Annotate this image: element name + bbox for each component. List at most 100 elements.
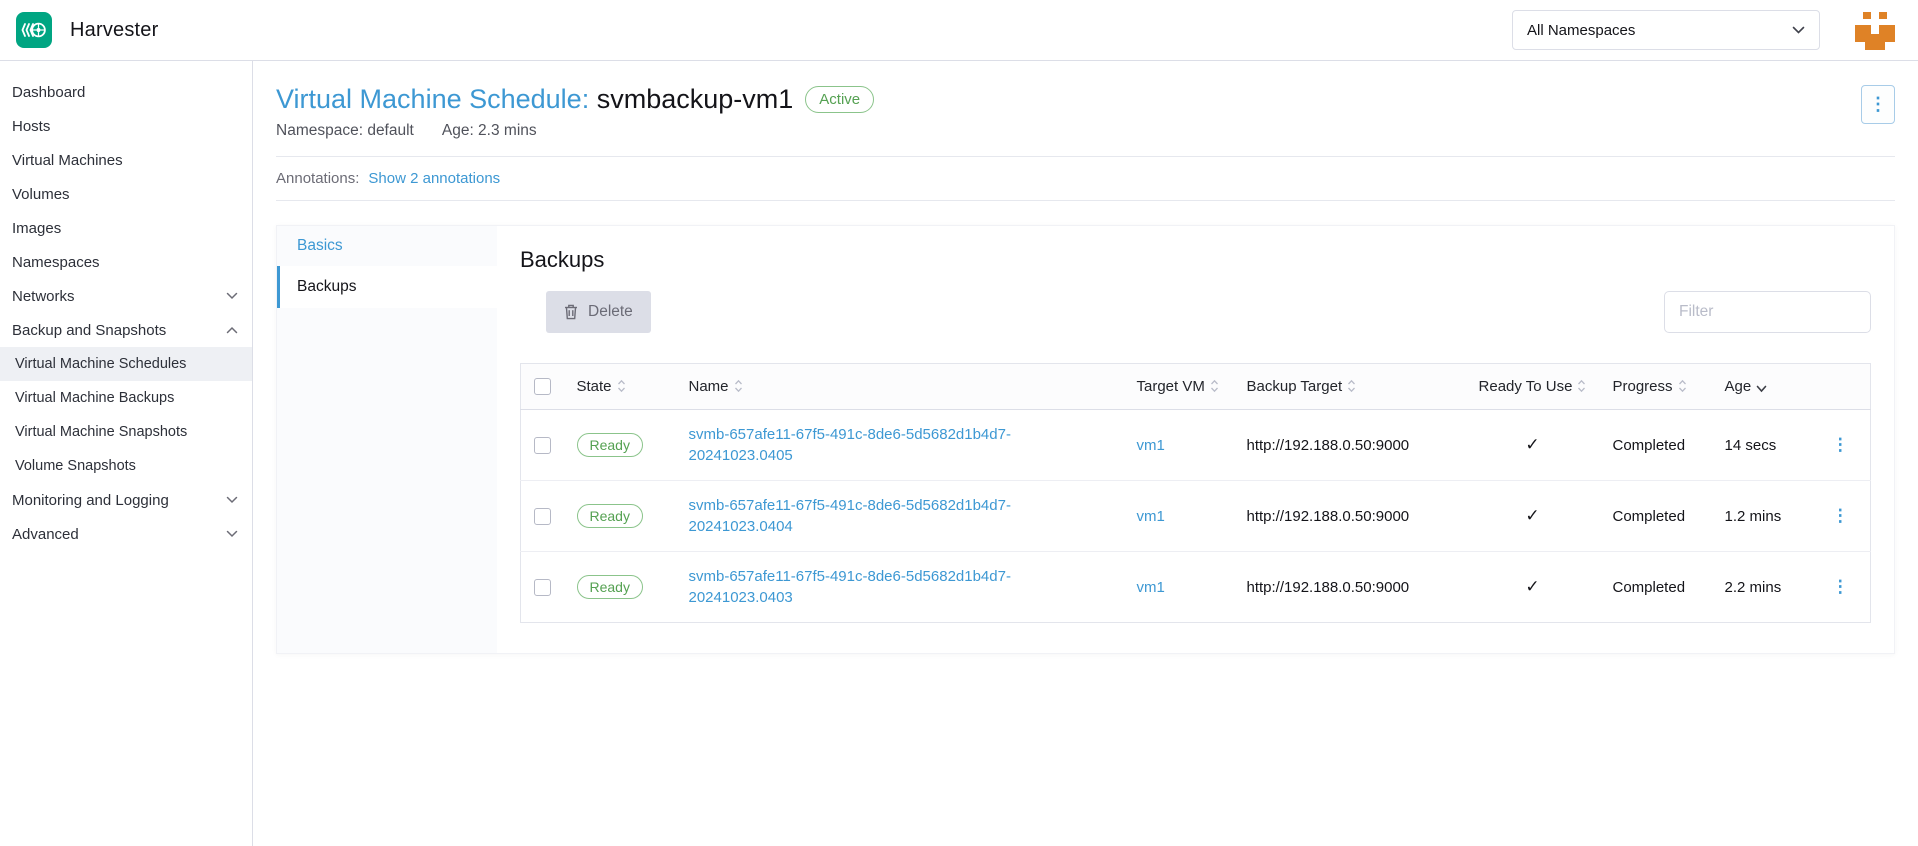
sidebar-item-label: Images (12, 220, 238, 237)
sidebar-item-virtual-machines[interactable]: Virtual Machines (0, 143, 252, 177)
select-all-checkbox[interactable] (534, 378, 551, 395)
tab-backups[interactable]: Backups (277, 266, 497, 308)
show-annotations-link[interactable]: Show 2 annotations (368, 170, 500, 187)
sidebar-item-namespaces[interactable]: Namespaces (0, 245, 252, 279)
status-badge: Active (805, 86, 874, 113)
sidebar-item-virtual-machine-schedules[interactable]: Virtual Machine Schedules (0, 347, 252, 381)
target-vm-link[interactable]: vm1 (1137, 579, 1165, 596)
checkmark-icon: ✓ (1525, 577, 1539, 596)
table-toolbar: Delete (520, 291, 1871, 333)
backup-target-value: http://192.188.0.50:9000 (1247, 508, 1410, 525)
table-row: Ready svmb-657afe11-67f5-491c-8de6-5d568… (521, 552, 1871, 623)
sidebar-item-volumes[interactable]: Volumes (0, 177, 252, 211)
main-content: Virtual Machine Schedule: svmbackup-vm1 … (253, 61, 1918, 846)
harvester-logo-icon (16, 12, 52, 48)
sidebar-item-dashboard[interactable]: Dashboard (0, 75, 252, 109)
resource-meta: Namespace: default Age: 2.3 mins (276, 122, 1895, 140)
sidebar-item-hosts[interactable]: Hosts (0, 109, 252, 143)
tab-basics[interactable]: Basics (277, 226, 497, 266)
backup-name-link[interactable]: svmb-657afe11-67f5-491c-8de6-5d5682d1b4d… (689, 424, 1041, 466)
age-value: 2.2 mins (1725, 579, 1782, 596)
sidebar-item-label: Virtual Machine Snapshots (15, 424, 238, 440)
sort-icon (617, 379, 626, 393)
detail-card: Basics Backups Backups Delete (276, 225, 1895, 654)
sidebar-item-label: Virtual Machine Backups (15, 390, 238, 406)
row-checkbox[interactable] (534, 437, 551, 454)
state-badge: Ready (577, 504, 643, 528)
sidebar-nav: Dashboard Hosts Virtual Machines Volumes… (0, 61, 253, 846)
sidebar-item-label: Virtual Machine Schedules (15, 356, 238, 372)
row-actions-button[interactable]: ⋮ (1832, 435, 1849, 454)
resource-type-link[interactable]: Virtual Machine Schedule: (276, 84, 589, 114)
backup-name-link[interactable]: svmb-657afe11-67f5-491c-8de6-5d5682d1b4d… (689, 495, 1041, 537)
table-row: Ready svmb-657afe11-67f5-491c-8de6-5d568… (521, 410, 1871, 481)
progress-value: Completed (1613, 579, 1686, 596)
progress-value: Completed (1613, 437, 1686, 454)
column-header-target-vm[interactable]: Target VM (1125, 364, 1235, 410)
panel-title: Backups (520, 247, 1871, 273)
backup-target-value: http://192.188.0.50:9000 (1247, 579, 1410, 596)
backup-target-value: http://192.188.0.50:9000 (1247, 437, 1410, 454)
state-badge: Ready (577, 575, 643, 599)
age-value: 14 secs (1725, 437, 1777, 454)
progress-value: Completed (1613, 508, 1686, 525)
sidebar-item-virtual-machine-backups[interactable]: Virtual Machine Backups (0, 381, 252, 415)
page-actions-menu-button[interactable]: ⋮ (1861, 85, 1895, 124)
checkmark-icon: ✓ (1525, 506, 1539, 525)
column-header-state[interactable]: State (565, 364, 677, 410)
chevron-down-icon (226, 530, 238, 538)
chevron-down-icon (226, 292, 238, 300)
sort-descending-icon (1756, 385, 1767, 393)
row-actions-button[interactable]: ⋮ (1832, 577, 1849, 596)
resource-name: svmbackup-vm1 (597, 84, 794, 114)
sidebar-item-label: Virtual Machines (12, 152, 238, 169)
sort-icon (1577, 379, 1586, 393)
sort-icon (1678, 379, 1687, 393)
sort-icon (1347, 379, 1356, 393)
sort-icon (1210, 379, 1219, 393)
delete-button-label: Delete (588, 303, 633, 321)
namespace-select[interactable]: All Namespaces (1512, 10, 1820, 50)
sidebar-item-label: Dashboard (12, 84, 238, 101)
column-header-ready-to-use[interactable]: Ready To Use (1465, 364, 1601, 410)
row-checkbox[interactable] (534, 508, 551, 525)
row-actions-button[interactable]: ⋮ (1832, 506, 1849, 525)
sidebar-item-label: Monitoring and Logging (12, 492, 226, 509)
row-checkbox[interactable] (534, 579, 551, 596)
chevron-up-icon (226, 326, 238, 334)
sidebar-item-label: Volume Snapshots (15, 458, 238, 474)
tab-label: Basics (297, 237, 343, 255)
kebab-menu-icon: ⋮ (1869, 94, 1887, 115)
sidebar-group-advanced[interactable]: Advanced (0, 517, 252, 551)
user-avatar[interactable] (1855, 10, 1895, 50)
app-header: Harvester All Namespaces (0, 0, 1918, 61)
namespace-select-value: All Namespaces (1527, 22, 1635, 39)
table-header-row: State Name Target VM Backup Target Ready… (521, 364, 1871, 410)
backup-name-link[interactable]: svmb-657afe11-67f5-491c-8de6-5d5682d1b4d… (689, 566, 1041, 608)
target-vm-link[interactable]: vm1 (1137, 437, 1165, 454)
sidebar-item-volume-snapshots[interactable]: Volume Snapshots (0, 449, 252, 483)
column-header-backup-target[interactable]: Backup Target (1235, 364, 1465, 410)
delete-button[interactable]: Delete (546, 291, 651, 333)
sidebar-group-networks[interactable]: Networks (0, 279, 252, 313)
sort-icon (734, 379, 743, 393)
sidebar-item-virtual-machine-snapshots[interactable]: Virtual Machine Snapshots (0, 415, 252, 449)
chevron-down-icon (1792, 26, 1805, 34)
column-header-age[interactable]: Age (1713, 364, 1811, 410)
sidebar-item-label: Backup and Snapshots (12, 322, 226, 339)
target-vm-link[interactable]: vm1 (1137, 508, 1165, 525)
sidebar-group-monitoring-and-logging[interactable]: Monitoring and Logging (0, 483, 252, 517)
column-header-name[interactable]: Name (677, 364, 1125, 410)
app-title: Harvester (70, 19, 159, 42)
sidebar-item-images[interactable]: Images (0, 211, 252, 245)
chevron-down-icon (226, 496, 238, 504)
sidebar-group-backup-and-snapshots[interactable]: Backup and Snapshots (0, 313, 252, 347)
filter-input[interactable] (1664, 291, 1871, 333)
column-header-progress[interactable]: Progress (1601, 364, 1713, 410)
sidebar-item-label: Volumes (12, 186, 238, 203)
sidebar-item-label: Networks (12, 288, 226, 305)
age-value: Age: 2.3 mins (442, 122, 537, 140)
backups-table: State Name Target VM Backup Target Ready… (520, 363, 1871, 623)
annotations-row: Annotations: Show 2 annotations (276, 156, 1895, 201)
tab-list: Basics Backups (277, 226, 497, 653)
